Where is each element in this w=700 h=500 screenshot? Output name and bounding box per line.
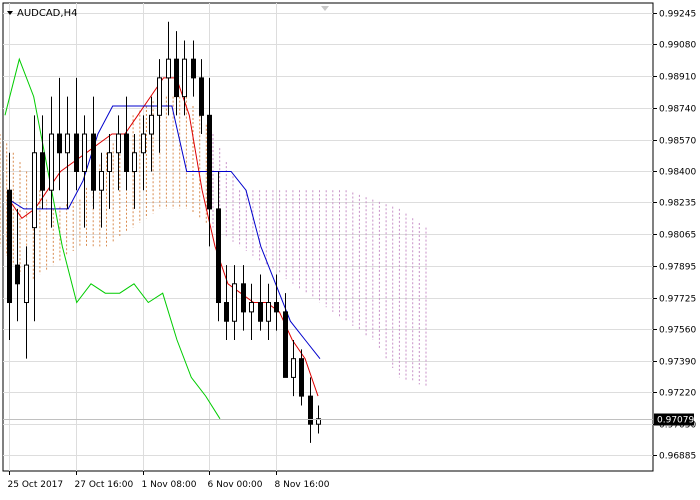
current-price-tag: 0.97079 — [654, 413, 694, 426]
y-tick-label: 0.97220 — [659, 389, 696, 399]
symbol-label: AUDCAD,H4 — [17, 8, 77, 19]
candle-body — [149, 114, 154, 135]
candle-body — [299, 358, 304, 397]
y-tick-label: 0.98400 — [659, 168, 696, 178]
x-tick-label: 1 Nov 08:00 — [142, 480, 197, 490]
y-tick-label: 0.98570 — [659, 137, 696, 147]
x-tick-label: 6 Nov 00:00 — [208, 480, 263, 490]
candle-body — [249, 302, 254, 313]
y-tick-label: 0.97390 — [659, 358, 696, 368]
candle-body — [82, 133, 87, 172]
candle-body — [124, 133, 129, 172]
candle-body — [166, 58, 171, 79]
candle-body — [7, 189, 12, 304]
candle-body — [266, 302, 271, 322]
candle-body — [274, 302, 279, 313]
x-tick-label: 8 Nov 16:00 — [275, 480, 330, 490]
candle-body — [199, 77, 204, 116]
candle-body — [207, 114, 212, 210]
candle-body — [74, 133, 79, 172]
y-tick-label: 0.99245 — [659, 10, 696, 20]
y-tick-label: 0.97725 — [659, 295, 696, 305]
candle-body — [241, 283, 246, 313]
y-axis-ticks: 0.99245 0.99080 0.98910 0.98740 0.98570 0.984… — [653, 10, 696, 462]
candle-body — [174, 58, 179, 98]
y-tick-label: 0.97895 — [659, 263, 696, 273]
candle-body — [116, 133, 121, 154]
candle-body — [49, 133, 54, 191]
y-tick-label: 0.98910 — [659, 73, 696, 83]
y-tick-label: 0.98235 — [659, 199, 696, 209]
candle-body — [107, 152, 112, 172]
candle-body — [182, 58, 187, 98]
candle-body — [283, 311, 288, 378]
x-tick-label: 27 Oct 16:00 — [75, 480, 134, 490]
candle-body — [191, 58, 196, 79]
y-tick-label: 0.98740 — [659, 105, 696, 115]
candle-body — [224, 302, 229, 322]
candle-body — [91, 133, 96, 191]
symbol-header[interactable]: AUDCAD,H4 — [7, 8, 77, 19]
candle-body — [65, 133, 70, 154]
candle-body — [99, 170, 104, 191]
candle-body — [24, 264, 29, 304]
x-tick-label: 25 Oct 2017 — [8, 480, 64, 490]
candle-body — [40, 152, 45, 191]
candle-body — [132, 152, 137, 172]
candle-body — [15, 264, 20, 285]
candle-body — [291, 358, 296, 378]
y-tick-label: 0.98065 — [659, 231, 696, 241]
y-tick-label: 0.99080 — [659, 41, 696, 51]
current-price-label: 0.97079 — [657, 416, 694, 426]
candle-body — [216, 208, 221, 304]
candle-body — [141, 133, 146, 154]
candle-body — [32, 152, 37, 229]
candle-body — [57, 133, 62, 154]
y-tick-label: 0.96885 — [659, 452, 696, 462]
candle-body — [258, 302, 263, 322]
candle-body — [232, 283, 237, 322]
y-tick-label: 0.97560 — [659, 326, 696, 336]
candle-body — [157, 77, 162, 116]
chart-frame: 0.99245 0.99080 0.98910 0.98740 0.98570 0.984… — [0, 0, 700, 500]
